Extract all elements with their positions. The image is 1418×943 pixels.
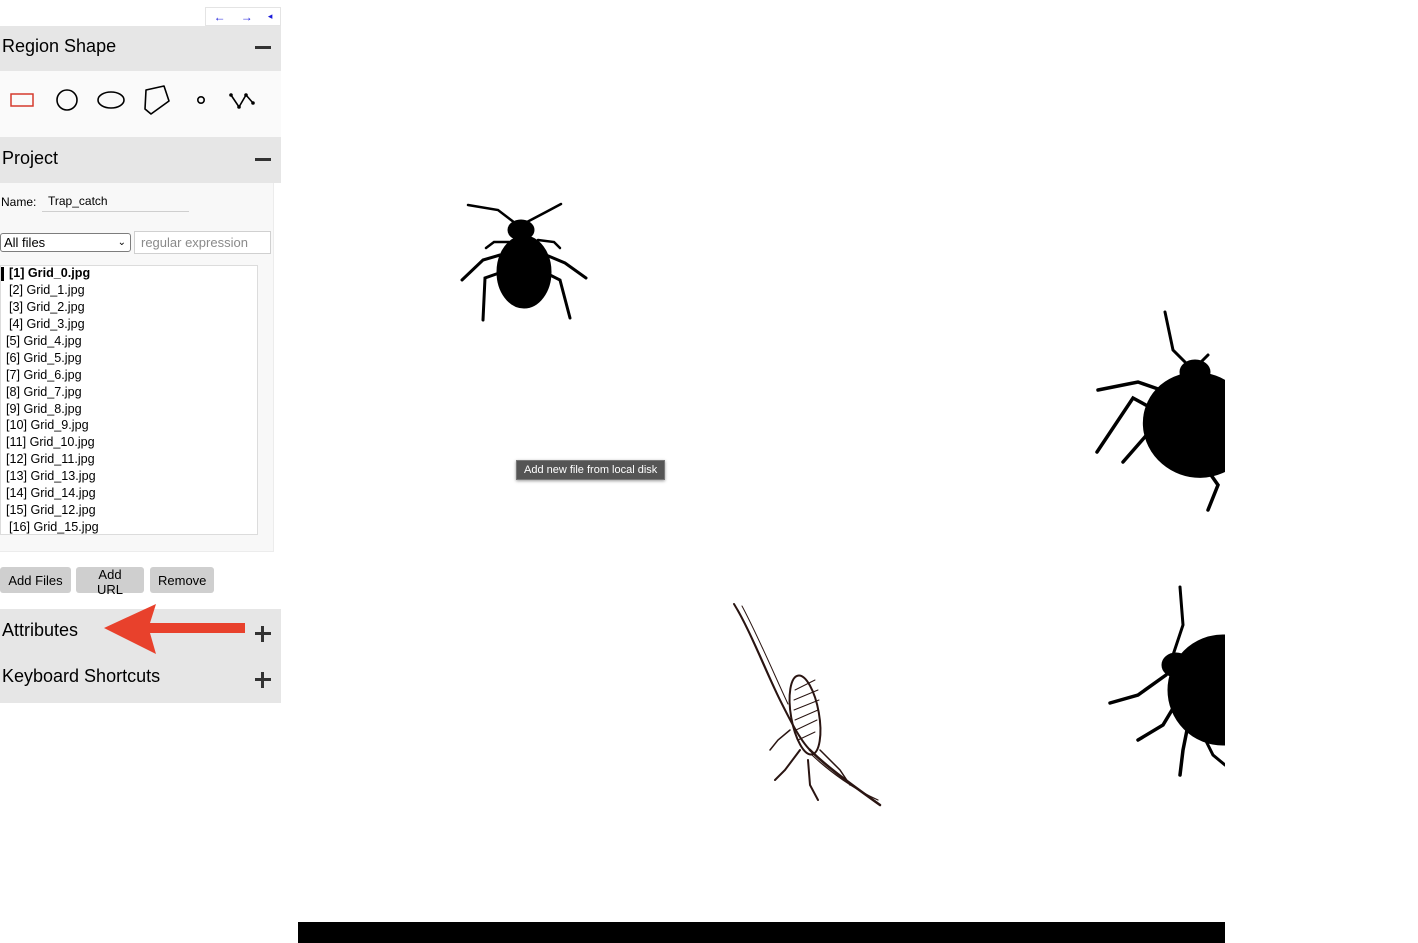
left-sidebar: ← → ◂ Region Shape Project Name: Trap_ca… [0, 0, 281, 703]
file-list-item[interactable]: [8] Grid_7.jpg [6, 384, 82, 401]
project-title: Project [2, 148, 59, 168]
file-list-item[interactable]: [6] Grid_5.jpg [6, 350, 82, 367]
red-arrow-annotation-icon [104, 604, 245, 654]
minus-icon[interactable] [254, 151, 271, 168]
add-url-button[interactable]: Add URL [76, 567, 144, 597]
add-file-tooltip: Add new file from local disk [516, 460, 666, 480]
file-list-item[interactable]: [4] Grid_3.jpg [9, 316, 85, 333]
file-list-item[interactable]: [11] Grid_10.jpg [6, 434, 95, 451]
file-list[interactable]: [1] Grid_0.jpg [2] Grid_1.jpg [3] Grid_2… [0, 265, 258, 535]
project-name-input[interactable] [42, 190, 189, 212]
file-list-item[interactable]: [3] Grid_2.jpg [9, 299, 85, 316]
region-shape-toolbar [0, 71, 281, 137]
sidebar-nav: ← → ◂ [205, 7, 281, 26]
remove-button[interactable]: Remove [150, 567, 214, 593]
region-shape-title: Region Shape [2, 36, 117, 56]
aphid-image-icon [460, 202, 588, 322]
file-list-item[interactable]: [14] Grid_14.jpg [6, 485, 96, 502]
attributes-title: Attributes [2, 620, 79, 640]
file-list-item[interactable]: [10] Grid_9.jpg [6, 417, 89, 434]
circle-icon[interactable] [47, 85, 87, 115]
file-list-item[interactable]: [2] Grid_1.jpg [9, 282, 85, 299]
project-name-label: Name: [1, 195, 37, 209]
file-list-item[interactable]: [5] Grid_4.jpg [6, 333, 82, 350]
chevron-down-icon: ⌄ [117, 237, 126, 248]
keyboard-shortcuts-header[interactable]: Keyboard Shortcuts [0, 656, 281, 703]
regex-filter-input[interactable] [134, 231, 271, 254]
file-list-item[interactable]: [16] Grid_15.jpg [9, 519, 99, 534]
file-list-item[interactable]: [9] Grid_8.jpg [6, 401, 82, 418]
add-files-button[interactable]: Add Files [0, 567, 71, 593]
file-list-item[interactable]: [13] Grid_13.jpg [6, 468, 96, 485]
keyboard-shortcuts-title: Keyboard Shortcuts [2, 666, 161, 686]
polyline-icon[interactable] [222, 85, 262, 115]
file-filter-select[interactable]: All files ⌄ [0, 233, 131, 252]
project-header[interactable]: Project [0, 137, 281, 183]
active-file-marker [1, 267, 4, 281]
rectangle-icon[interactable] [2, 85, 42, 115]
minus-icon[interactable] [254, 39, 271, 56]
polygon-icon[interactable] [136, 85, 176, 115]
file-filter-value: All files [4, 235, 46, 250]
mosquito-image-icon [733, 603, 882, 807]
file-list-item[interactable]: [1] Grid_0.jpg [9, 266, 90, 282]
plus-icon[interactable] [254, 671, 271, 688]
collapse-sidebar-icon[interactable]: ◂ [268, 11, 273, 22]
region-shape-header[interactable]: Region Shape [0, 26, 281, 71]
prev-arrow-icon[interactable]: ← [214, 10, 226, 24]
project-panel: Name: All files ⌄ [1] Grid_0.jpg [2] Gri… [0, 183, 274, 552]
plus-icon[interactable] [254, 625, 271, 642]
next-arrow-icon[interactable]: → [241, 10, 253, 24]
file-list-item[interactable]: [12] Grid_11.jpg [6, 451, 95, 468]
canvas-bottom-border [298, 922, 1225, 943]
beetle-image-icon [1108, 585, 1225, 777]
file-list-item[interactable]: [7] Grid_6.jpg [6, 367, 82, 384]
aphid-image-icon [1095, 310, 1225, 512]
file-list-item[interactable]: [15] Grid_12.jpg [6, 502, 96, 519]
ellipse-icon[interactable] [91, 85, 131, 115]
point-icon[interactable] [181, 85, 221, 115]
image-canvas[interactable] [298, 0, 1225, 943]
